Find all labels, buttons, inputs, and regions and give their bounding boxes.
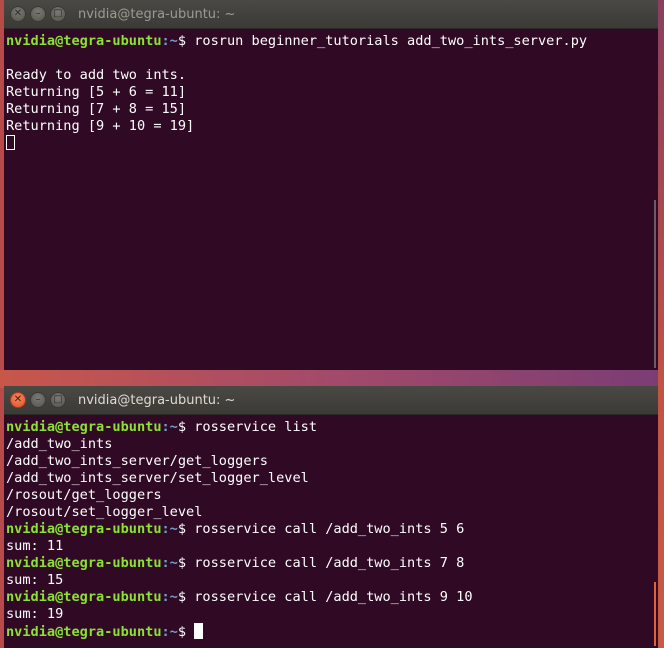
output-text: /add_two_ints bbox=[6, 436, 113, 452]
minimize-icon: – bbox=[35, 8, 41, 19]
prompt-line: nvidia@tegra-ubuntu:~$ rosservice call /… bbox=[6, 555, 658, 572]
command-text: rosrun beginner_tutorials add_two_ints_s… bbox=[194, 33, 588, 49]
output-text: Returning [9 + 10 = 19] bbox=[6, 118, 195, 134]
prompt-line: nvidia@tegra-ubuntu:~$ rosservice call /… bbox=[6, 521, 658, 538]
prompt-symbol: $ bbox=[177, 33, 195, 49]
close-button[interactable]: ✕ bbox=[10, 6, 26, 22]
minimize-icon: – bbox=[35, 394, 41, 405]
output-line: /add_two_ints_server/set_logger_level bbox=[6, 470, 658, 487]
close-icon: ✕ bbox=[13, 394, 23, 405]
prompt-line: nvidia@tegra-ubuntu:~$ rosservice list bbox=[6, 419, 658, 436]
terminal-output[interactable]: nvidia@tegra-ubuntu:~$ rosservice list/a… bbox=[4, 415, 658, 640]
output-line: /rosout/get_loggers bbox=[6, 487, 658, 504]
prompt-user: nvidia@tegra-ubuntu bbox=[6, 555, 162, 571]
scrollbar[interactable] bbox=[654, 200, 656, 368]
terminal-window-client[interactable]: ✕ – □ nvidia@tegra-ubuntu: ~ nvidia@tegr… bbox=[4, 386, 658, 648]
output-line: /add_two_ints_server/get_loggers bbox=[6, 453, 658, 470]
maximize-icon: □ bbox=[53, 394, 63, 405]
prompt-symbol: $ bbox=[177, 419, 195, 435]
prompt-user: nvidia@tegra-ubuntu bbox=[6, 33, 162, 49]
prompt-path: :~ bbox=[161, 419, 178, 435]
maximize-button[interactable]: □ bbox=[50, 6, 66, 22]
command-text: rosservice list bbox=[194, 419, 318, 435]
output-line: Returning [7 + 8 = 15] bbox=[6, 101, 658, 118]
prompt-path: :~ bbox=[161, 589, 178, 605]
output-line: Returning [5 + 6 = 11] bbox=[6, 84, 658, 101]
text-cursor bbox=[6, 135, 15, 150]
prompt-line: nvidia@tegra-ubuntu:~$ rosrun beginner_t… bbox=[6, 33, 658, 50]
window-controls: ✕ – □ bbox=[10, 392, 66, 408]
prompt-symbol: $ bbox=[177, 521, 195, 537]
output-text: Returning [5 + 6 = 11] bbox=[6, 84, 187, 100]
scrollbar[interactable] bbox=[654, 582, 656, 646]
prompt-symbol: $ bbox=[177, 589, 195, 605]
output-text: /rosout/set_logger_level bbox=[6, 504, 203, 520]
prompt-path: :~ bbox=[161, 624, 178, 640]
output-line: Returning [9 + 10 = 19] bbox=[6, 118, 658, 135]
minimize-button[interactable]: – bbox=[30, 392, 46, 408]
output-line: sum: 19 bbox=[6, 606, 658, 623]
output-text: sum: 11 bbox=[6, 538, 64, 554]
output-text: sum: 19 bbox=[6, 606, 64, 622]
command-text: rosservice call /add_two_ints 7 8 bbox=[194, 555, 465, 571]
window-title: nvidia@tegra-ubuntu: ~ bbox=[78, 393, 236, 408]
terminal-output[interactable]: nvidia@tegra-ubuntu:~$ rosrun beginner_t… bbox=[4, 29, 658, 152]
maximize-icon: □ bbox=[53, 8, 63, 19]
output-text: Returning [7 + 8 = 15] bbox=[6, 101, 187, 117]
maximize-button[interactable]: □ bbox=[50, 392, 66, 408]
command-text: rosservice call /add_two_ints 9 10 bbox=[194, 589, 473, 605]
output-text: /add_two_ints_server/get_loggers bbox=[6, 453, 268, 469]
prompt-user: nvidia@tegra-ubuntu bbox=[6, 624, 162, 640]
desktop-edge bbox=[658, 0, 664, 648]
prompt-user: nvidia@tegra-ubuntu bbox=[6, 521, 162, 537]
window-controls: ✕ – □ bbox=[10, 6, 66, 22]
output-text: sum: 15 bbox=[6, 572, 64, 588]
terminal-window-server[interactable]: ✕ – □ nvidia@tegra-ubuntu: ~ nvidia@tegr… bbox=[4, 0, 658, 370]
prompt-user: nvidia@tegra-ubuntu bbox=[6, 589, 162, 605]
window-title: nvidia@tegra-ubuntu: ~ bbox=[78, 7, 236, 22]
output-text: /add_two_ints_server/set_logger_level bbox=[6, 470, 309, 486]
prompt-symbol: $ bbox=[177, 555, 195, 571]
minimize-button[interactable]: – bbox=[30, 6, 46, 22]
text-cursor bbox=[194, 623, 204, 639]
output-line: sum: 15 bbox=[6, 572, 658, 589]
output-line: sum: 11 bbox=[6, 538, 658, 555]
command-text: rosservice call /add_two_ints 5 6 bbox=[194, 521, 465, 537]
output-line: Ready to add two ints. bbox=[6, 67, 658, 84]
prompt-line: nvidia@tegra-ubuntu:~$ bbox=[6, 623, 658, 640]
prompt-user: nvidia@tegra-ubuntu bbox=[6, 419, 162, 435]
output-line: /add_two_ints bbox=[6, 436, 658, 453]
output-line: /rosout/set_logger_level bbox=[6, 504, 658, 521]
prompt-path: :~ bbox=[161, 521, 178, 537]
close-icon: ✕ bbox=[13, 8, 23, 19]
close-button[interactable]: ✕ bbox=[10, 392, 26, 408]
titlebar[interactable]: ✕ – □ nvidia@tegra-ubuntu: ~ bbox=[4, 0, 658, 29]
titlebar[interactable]: ✕ – □ nvidia@tegra-ubuntu: ~ bbox=[4, 386, 658, 415]
prompt-path: :~ bbox=[161, 555, 178, 571]
prompt-line: nvidia@tegra-ubuntu:~$ rosservice call /… bbox=[6, 589, 658, 606]
prompt-path: :~ bbox=[161, 33, 178, 49]
cursor-line bbox=[6, 135, 658, 152]
output-text: /rosout/get_loggers bbox=[6, 487, 162, 503]
prompt-symbol: $ bbox=[177, 624, 195, 640]
output-text: Ready to add two ints. bbox=[6, 67, 187, 83]
